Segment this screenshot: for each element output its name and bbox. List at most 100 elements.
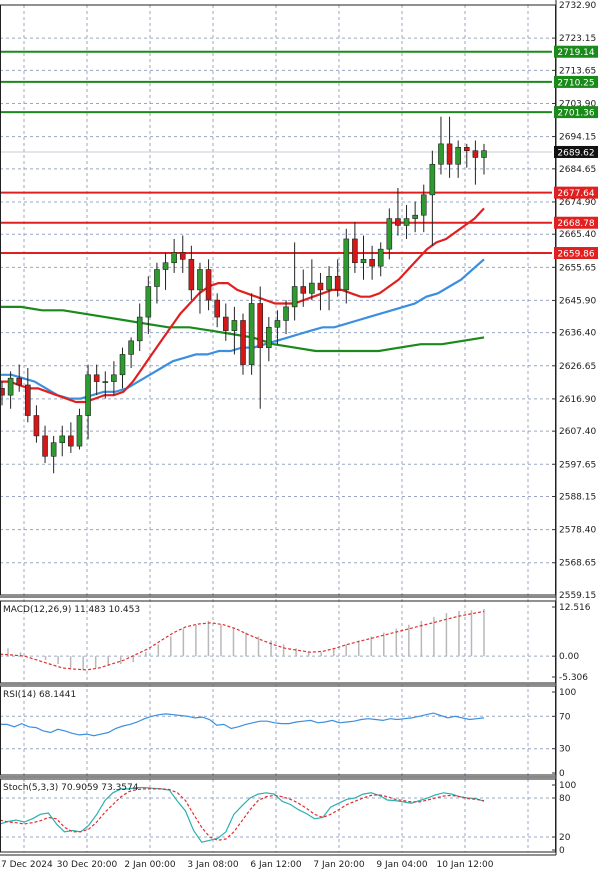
candle-body: [171, 252, 177, 264]
candle-body: [274, 320, 281, 328]
y-tick-label: 2732.90: [559, 1, 596, 11]
candle-body: [205, 269, 212, 301]
macd-label: MACD(12,26,9) 11.483 10.453: [3, 605, 140, 615]
candle-body: [326, 276, 332, 291]
stoch-k-line: [0, 787, 485, 843]
candle-body: [420, 194, 427, 216]
candle-body: [429, 163, 436, 196]
candle-body: [154, 269, 160, 287]
candle-body: [377, 248, 384, 267]
current-price-label: 2689.62: [557, 148, 594, 158]
x-tick-label: 3 Jan 08:00: [187, 860, 239, 870]
y-tick-label: 0: [559, 769, 565, 779]
candle-body: [291, 286, 298, 308]
candle-body: [76, 415, 83, 447]
candle-body: [50, 442, 57, 457]
candle-body: [455, 146, 461, 165]
y-tick-label: 80: [559, 794, 571, 804]
x-tick-label: 10 Jan 12:00: [437, 860, 494, 870]
candle-body: [59, 435, 66, 444]
candle-body: [162, 262, 169, 270]
candle-body: [463, 146, 470, 151]
candle-body: [248, 303, 255, 365]
x-tick-label: 7 Jan 20:00: [313, 860, 365, 870]
level-tag-label: 2677.64: [557, 189, 594, 199]
candle-body: [446, 143, 453, 165]
candle-body: [33, 415, 40, 437]
y-tick-label: 2674.90: [559, 198, 596, 208]
y-tick-label: 2636.40: [559, 329, 596, 339]
candle-body: [222, 316, 229, 331]
level-tag-label: 2659.86: [557, 250, 594, 260]
candle-body: [438, 143, 444, 165]
macd-signal-line: [0, 610, 485, 671]
y-tick-label: 2645.90: [559, 296, 596, 306]
candle-body: [179, 252, 186, 260]
candle-body: [231, 320, 238, 331]
y-tick-label: 2559.15: [559, 591, 596, 601]
label-layer: 27 Dec 2024 30 Dec 20:00 2 Jan 00:00 3 Jan …: [0, 1, 598, 870]
level-tag-label: 2710.25: [557, 78, 594, 88]
candle-layer: [0, 116, 487, 474]
candle-body: [93, 374, 100, 382]
candle-body: [136, 316, 143, 342]
candle-body: [214, 299, 220, 318]
x-tick-label: 6 Jan 12:00: [250, 860, 302, 870]
candle-body: [257, 303, 264, 348]
candle-body: [102, 381, 109, 383]
candle-body: [360, 259, 367, 264]
y-tick-label: 2655.65: [559, 263, 596, 273]
indicator-layer: [0, 609, 485, 843]
y-tick-label: 2626.65: [559, 362, 596, 372]
candle-body: [68, 435, 74, 447]
rsi-label: RSI(14) 68.1441: [3, 690, 76, 700]
candle-body: [7, 377, 14, 396]
x-tick-label: 30 Dec 20:00: [57, 860, 118, 870]
y-tick-label: 12.516: [559, 603, 591, 613]
candle-body: [16, 377, 23, 386]
x-tick-label: 2 Jan 00:00: [124, 860, 176, 870]
y-tick-label: 100: [559, 688, 576, 698]
candle-body: [25, 384, 31, 416]
x-tick-label: 27 Dec 2024: [0, 860, 53, 870]
stoch-label: Stoch(5,3,3) 70.9059 73.3574: [3, 783, 139, 793]
y-tick-label: 70: [559, 712, 571, 722]
trading-chart[interactable]: 27 Dec 2024 30 Dec 20:00 2 Jan 00:00 3 Jan …: [0, 0, 600, 872]
candle-body: [369, 259, 375, 267]
candle-body: [352, 238, 358, 264]
candle-body: [145, 286, 152, 318]
candle-body: [309, 282, 315, 294]
candle-body: [334, 276, 341, 291]
y-tick-label: 2607.40: [559, 427, 596, 437]
candle-body: [283, 306, 289, 321]
candle-body: [300, 286, 307, 294]
y-tick-label: 0: [559, 846, 565, 856]
candle-body: [266, 326, 272, 348]
candle-body: [395, 218, 401, 226]
candle-body: [240, 320, 246, 365]
y-tick-label: 2694.15: [559, 133, 596, 143]
frame-layer: [0, 0, 557, 856]
candle-body: [119, 354, 126, 376]
candle-body: [403, 218, 410, 226]
y-tick-label: 2713.65: [559, 66, 596, 76]
candle-body: [412, 214, 418, 219]
candle-body: [481, 150, 487, 158]
grid-layer: [0, 4, 552, 852]
y-tick-label: -5.306: [559, 673, 588, 683]
y-tick-label: 30: [559, 745, 571, 755]
x-tick-label: 9 Jan 04:00: [376, 860, 428, 870]
candle-body: [111, 374, 117, 382]
candle-body: [317, 282, 324, 291]
stoch-d-line: [0, 788, 485, 841]
y-tick-label: 2568.65: [559, 559, 596, 569]
candle-body: [188, 259, 195, 291]
chart-root: 27 Dec 2024 30 Dec 20:00 2 Jan 00:00 3 Jan …: [0, 0, 600, 872]
y-tick-label: 2578.40: [559, 526, 596, 536]
y-tick-label: 2588.15: [559, 493, 596, 503]
y-tick-label: 100: [559, 781, 576, 791]
level-tag-label: 2719.14: [557, 48, 594, 58]
candle-body: [343, 238, 350, 291]
candle-body: [85, 374, 91, 416]
y-tick-label: 2684.65: [559, 165, 596, 175]
